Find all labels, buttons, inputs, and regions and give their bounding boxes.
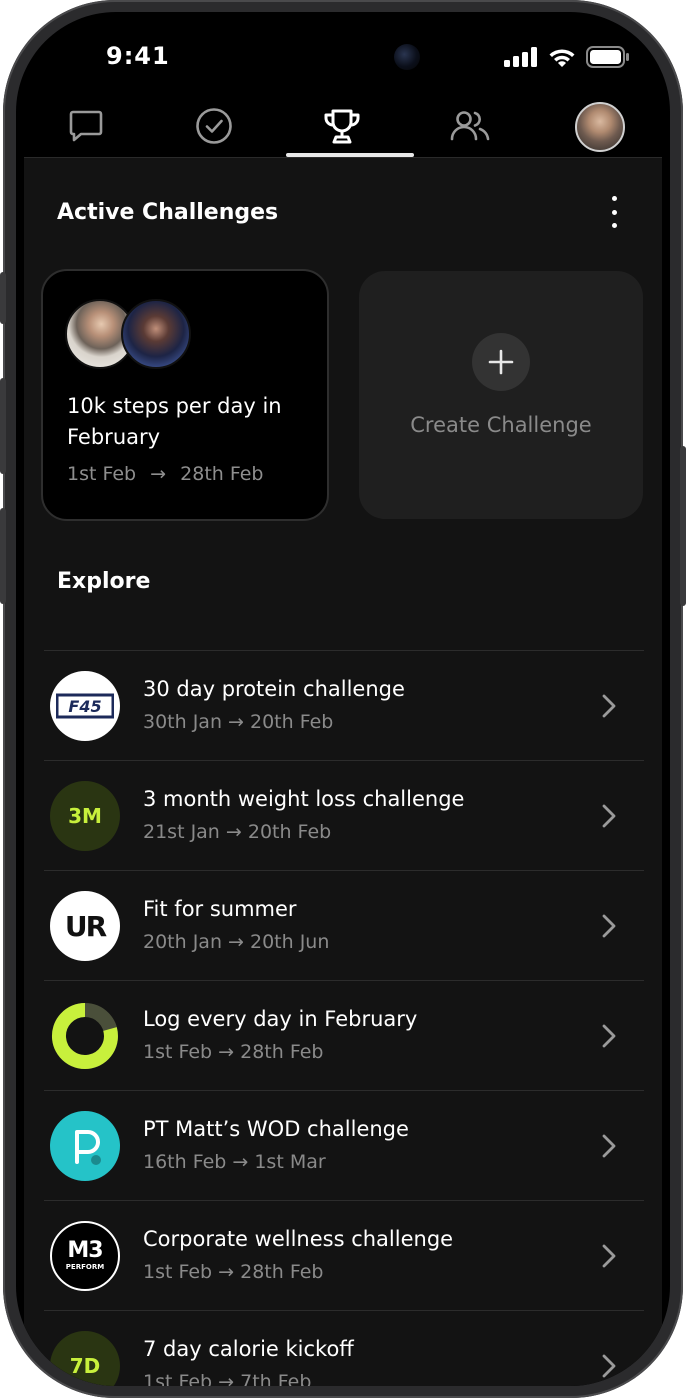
main-content: Active Challenges 10k steps per day in F… [24, 157, 662, 1386]
trophy-icon [324, 109, 360, 144]
battery-icon [586, 46, 629, 68]
logo-text: UR [64, 909, 107, 943]
list-item[interactable]: UR Fit for summer 20th Jan → 20th Jun [44, 870, 644, 980]
list-item[interactable]: PT Matt’s WOD challenge 16th Feb → 1st M… [44, 1090, 644, 1200]
end-date: 28th Feb [180, 463, 264, 485]
chevron-right-icon [602, 804, 616, 828]
item-dates: 30th Jan → 20th Feb [143, 711, 334, 733]
item-dates: 20th Jan → 20th Jun [143, 931, 330, 953]
challenge-title: 10k steps per day in February [67, 394, 282, 449]
chevron-right-icon [602, 1354, 616, 1378]
volume-down-button [0, 508, 6, 604]
7d-logo: 7D [50, 1331, 120, 1386]
list-item[interactable]: 7D 7 day calorie kickoff 1st Feb → 7th F… [44, 1310, 644, 1386]
m3-perform-logo: M3 PERFORM [50, 1221, 120, 1291]
people-icon [450, 111, 490, 141]
create-challenge-label: Create Challenge [410, 413, 592, 437]
more-options-icon[interactable] [606, 196, 622, 228]
list-item[interactable]: Log every day in February 1st Feb → 28th… [44, 980, 644, 1090]
progress-ring-logo [50, 1001, 120, 1071]
f45-logo: F45 [50, 671, 120, 741]
active-challenges-title: Active Challenges [57, 200, 279, 225]
status-time: 9:41 [106, 42, 170, 70]
logo-text: 3M [68, 804, 102, 828]
action-button [0, 272, 6, 324]
item-title: 3 month weight loss challenge [143, 787, 465, 811]
nav-tab-challenges[interactable] [280, 98, 404, 158]
top-nav [24, 98, 662, 158]
item-dates: 1st Feb → 28th Feb [143, 1041, 324, 1063]
create-challenge-button[interactable]: Create Challenge [359, 271, 643, 519]
nav-tab-profile[interactable] [538, 98, 662, 158]
chevron-right-icon [602, 914, 616, 938]
list-item[interactable]: F45 30 day protein challenge 30th Jan → … [44, 650, 644, 760]
nav-tab-messages[interactable] [24, 98, 148, 158]
logo-text: M3 [67, 1238, 103, 1263]
nav-tab-tasks[interactable] [152, 98, 276, 158]
challenge-dates: 1st Feb → 28th Feb [67, 463, 264, 485]
item-title: PT Matt’s WOD challenge [143, 1117, 409, 1141]
logo-text: 7D [69, 1354, 101, 1378]
item-title: 30 day protein challenge [143, 677, 405, 701]
ur-logo: UR [50, 891, 120, 961]
plus-icon [472, 333, 530, 391]
svg-text:F45: F45 [68, 697, 101, 716]
check-circle-icon [196, 108, 232, 144]
item-dates: 21st Jan → 20th Feb [143, 821, 332, 843]
item-title: Log every day in February [143, 1007, 418, 1031]
p-logo [50, 1111, 120, 1181]
chevron-right-icon [602, 694, 616, 718]
screen: 9:41 Active Challenges 10k steps per day… [16, 12, 670, 1386]
active-challenge-card[interactable]: 10k steps per day in February 1st Feb → … [41, 269, 329, 521]
power-button [680, 446, 686, 606]
list-item[interactable]: 3M 3 month weight loss challenge 21st Ja… [44, 760, 644, 870]
logo-subtext: PERFORM [65, 1263, 105, 1271]
nav-tab-community[interactable] [408, 98, 532, 158]
chevron-right-icon [602, 1134, 616, 1158]
list-item[interactable]: M3 PERFORM Corporate wellness challenge … [44, 1200, 644, 1310]
status-bar: 9:41 [16, 12, 670, 102]
participant-avatar [121, 299, 191, 369]
item-dates: 1st Feb → 7th Feb [143, 1371, 312, 1386]
cellular-signal-icon [504, 47, 537, 67]
chat-bubble-icon [69, 110, 103, 142]
wifi-icon [549, 48, 575, 67]
chevron-right-icon [602, 1244, 616, 1268]
profile-avatar [575, 102, 625, 152]
3m-logo: 3M [50, 781, 120, 851]
item-title: 7 day calorie kickoff [143, 1337, 354, 1361]
item-dates: 16th Feb → 1st Mar [143, 1151, 326, 1173]
item-dates: 1st Feb → 28th Feb [143, 1261, 324, 1283]
status-icons [504, 46, 630, 68]
start-date: 1st Feb [67, 463, 137, 485]
volume-up-button [0, 378, 6, 474]
item-title: Fit for summer [143, 897, 297, 921]
chevron-right-icon [602, 1024, 616, 1048]
front-camera [394, 44, 420, 70]
explore-title: Explore [57, 569, 151, 594]
item-title: Corporate wellness challenge [143, 1227, 454, 1251]
arrow-right-icon: → [150, 463, 167, 485]
explore-list: F45 30 day protein challenge 30th Jan → … [44, 650, 644, 1386]
